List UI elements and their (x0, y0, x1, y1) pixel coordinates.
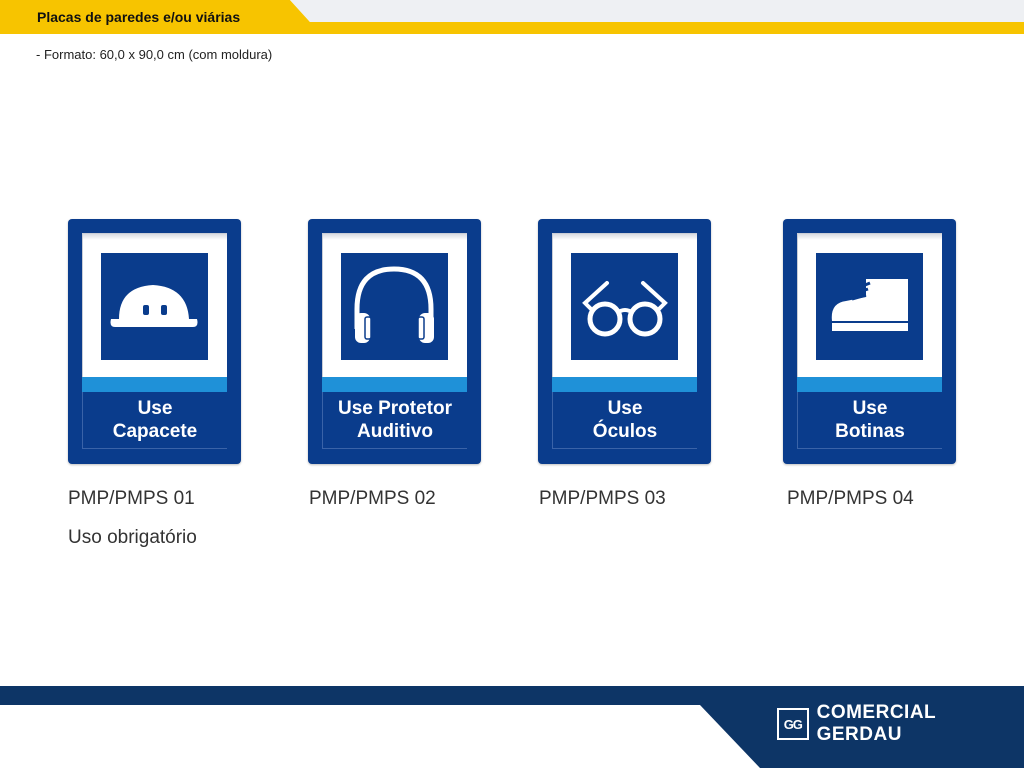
sign-code: PMP/PMPS 01 (68, 488, 195, 509)
sign-text-line1: Use (607, 398, 643, 419)
company-logo: GG COMERCIAL GERDAU (777, 702, 1024, 745)
sign-cyan-stripe (797, 377, 942, 392)
safety-glasses-icon (582, 281, 668, 337)
gerdau-logo-icon: GG (777, 708, 809, 740)
page-title: Placas de paredes e/ou viárias (37, 9, 241, 25)
format-subtitle: - Formato: 60,0 x 90,0 cm (com moldura) (36, 47, 273, 62)
sign-text-line1: Use (852, 398, 888, 419)
company-name: COMERCIAL GERDAU (816, 702, 936, 745)
sign-picture-panel (552, 233, 697, 377)
sign-text-line1: Use Protetor (337, 398, 453, 419)
pictogram-square (101, 253, 208, 360)
sign-picture-panel (82, 233, 227, 377)
sign-picture-panel (322, 233, 467, 377)
sign-text-line2: Botinas (835, 421, 905, 442)
sign-picture-panel (797, 233, 942, 377)
sign-text: Use Botinas (797, 392, 942, 449)
ear-muffs-icon (354, 266, 434, 343)
sign-capacete: Use Capacete (68, 219, 241, 464)
sign-text-line2: Capacete (112, 421, 198, 442)
sign-cyan-stripe (552, 377, 697, 392)
hard-hat-icon (110, 285, 198, 327)
sign-protetor-auditivo: Use Protetor Auditivo (308, 219, 481, 464)
sign-text: Use Protetor Auditivo (322, 392, 467, 449)
sign-code: PMP/PMPS 03 (539, 488, 666, 509)
pictogram-square (341, 253, 448, 360)
usage-note: Uso obrigatório (68, 527, 197, 548)
sign-text-line2: Auditivo (357, 421, 433, 442)
sign-text-line1: Use (137, 398, 173, 419)
header-band: Placas de paredes e/ou viárias (0, 0, 1024, 36)
pictogram-square (816, 253, 923, 360)
sign-text-line2: Óculos (592, 421, 658, 442)
sign-text: Use Capacete (82, 392, 227, 449)
sign-text: Use Óculos (552, 392, 697, 449)
sign-code: PMP/PMPS 02 (309, 488, 436, 509)
sign-code: PMP/PMPS 04 (787, 488, 914, 509)
safety-boot-icon (831, 279, 908, 331)
sign-oculos: Use Óculos (538, 219, 711, 464)
pictogram-square (571, 253, 678, 360)
sign-cyan-stripe (322, 377, 467, 392)
sign-cyan-stripe (82, 377, 227, 392)
sign-botinas: Use Botinas (783, 219, 956, 464)
